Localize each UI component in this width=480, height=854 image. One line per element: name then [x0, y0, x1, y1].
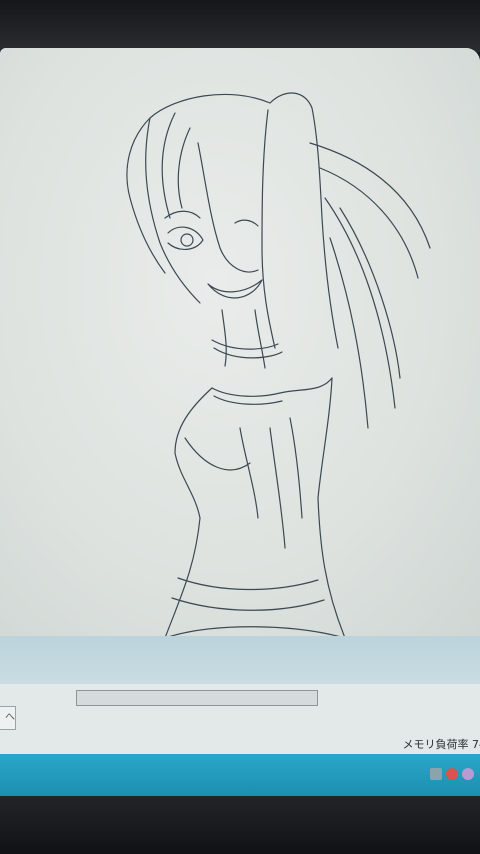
- left-eye-pupil: [180, 233, 194, 247]
- hair-flow: [324, 197, 396, 409]
- volume-icon[interactable]: [446, 768, 458, 780]
- app-icon[interactable]: [462, 768, 474, 780]
- torso-right: [317, 377, 346, 638]
- chest-line: [184, 437, 251, 471]
- neck: [221, 309, 227, 367]
- face-outline: [197, 142, 259, 273]
- taskbar: [0, 754, 480, 796]
- side-input-box[interactable]: へ: [0, 706, 16, 730]
- top-ruffle: [213, 395, 283, 405]
- memory-load-label: メモリ負荷率 74: [402, 738, 480, 751]
- status-area: へ メモリ負荷率 74: [0, 684, 480, 754]
- bottom-panel: [0, 636, 480, 686]
- waist-fold: [171, 597, 325, 611]
- monitor-bezel-top: [0, 0, 480, 52]
- monitor-bezel-bottom: [0, 796, 480, 854]
- smile-mouth: [207, 279, 263, 299]
- neck: [254, 309, 266, 369]
- torso-left: [164, 387, 213, 638]
- hair-flow: [309, 142, 431, 249]
- raised-arm-inner: [261, 109, 276, 349]
- hair-strand: [145, 117, 201, 304]
- waist-fold: [177, 577, 319, 591]
- hair-strand: [161, 112, 176, 219]
- raised-arm: [269, 92, 339, 349]
- hair-flow: [319, 167, 419, 279]
- progress-bar: [76, 690, 318, 706]
- network-icon[interactable]: [430, 768, 442, 780]
- shirt-fold: [269, 427, 286, 549]
- line-art-sketch: [126, 92, 431, 638]
- collar-frill: [211, 339, 283, 359]
- system-tray: [430, 768, 474, 780]
- winking-eye: [234, 219, 259, 227]
- hair-flow: [339, 207, 401, 379]
- shirt-fold: [289, 417, 303, 519]
- monitor-screen: へ メモリ負荷率 74: [0, 48, 480, 796]
- drawing-canvas[interactable]: [0, 48, 480, 638]
- top-ruffle: [211, 377, 333, 397]
- hair-outline: [126, 93, 271, 274]
- hair-strand: [177, 127, 191, 209]
- shirt-fold: [239, 427, 259, 519]
